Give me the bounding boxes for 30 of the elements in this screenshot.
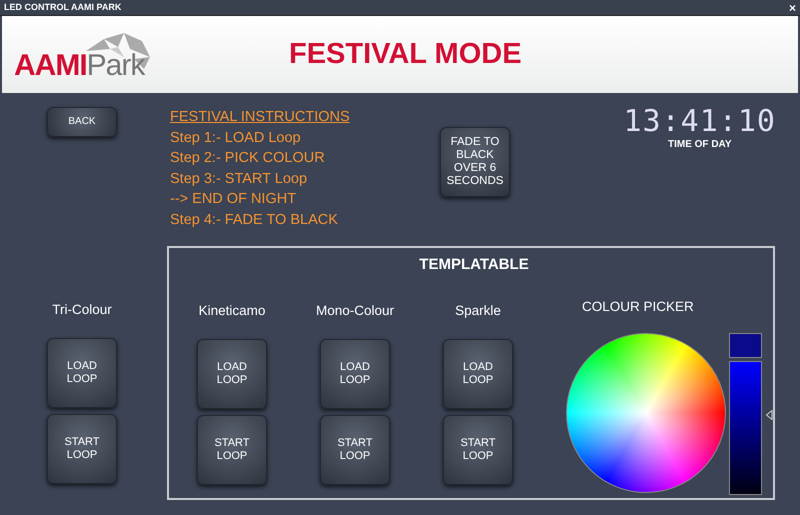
slider-thumb[interactable]	[766, 410, 773, 420]
loop-button[interactable]: LOAD LOOP	[47, 338, 117, 408]
group-title: Mono-Colour	[316, 302, 394, 320]
instruction-step: Step 3:- START Loop	[170, 168, 410, 189]
instructions-heading: FESTIVAL INSTRUCTIONS	[170, 108, 351, 127]
close-button[interactable]: ×	[788, 0, 796, 14]
clock-time: 13:41:10	[624, 107, 776, 137]
selected-colour-swatch	[729, 332, 762, 358]
window-title: LED CONTROL AAMI PARK	[4, 0, 122, 14]
loop-button[interactable]: START LOOP	[320, 414, 390, 485]
instruction-step: Step 1:- LOAD Loop	[170, 128, 410, 148]
instruction-step: Step 2:- PICK COLOUR	[170, 148, 410, 168]
panel-title: TEMPLATABLE	[418, 255, 530, 275]
loop-button[interactable]: LOAD LOOP	[443, 338, 513, 409]
fade-out-button[interactable]: FADE TO BLACK OVER 6 SECONDS	[440, 127, 510, 197]
instruction-step: --> END OF NIGHT	[170, 189, 410, 210]
loop-button[interactable]: LOAD LOOP	[320, 338, 390, 409]
colour-picker-title: COLOUR PICKER	[582, 298, 695, 316]
group-title: Tri-Colour	[52, 300, 112, 319]
logo: AAMIPark	[14, 50, 144, 80]
page-title: FESTIVAL MODE	[289, 36, 522, 72]
group-title: Sparkle	[455, 302, 501, 320]
group-title: Kineticamo	[198, 302, 266, 320]
loop-button[interactable]: LOAD LOOP	[197, 338, 267, 409]
loop-button[interactable]: START LOOP	[47, 414, 117, 484]
back-button[interactable]: BACK	[47, 107, 117, 137]
loop-button[interactable]: START LOOP	[443, 414, 513, 485]
instruction-step: Step 4:- FADE TO BLACK	[170, 210, 410, 230]
clock-label: TIME OF DAY	[666, 138, 733, 152]
loop-button[interactable]: START LOOP	[197, 414, 267, 485]
